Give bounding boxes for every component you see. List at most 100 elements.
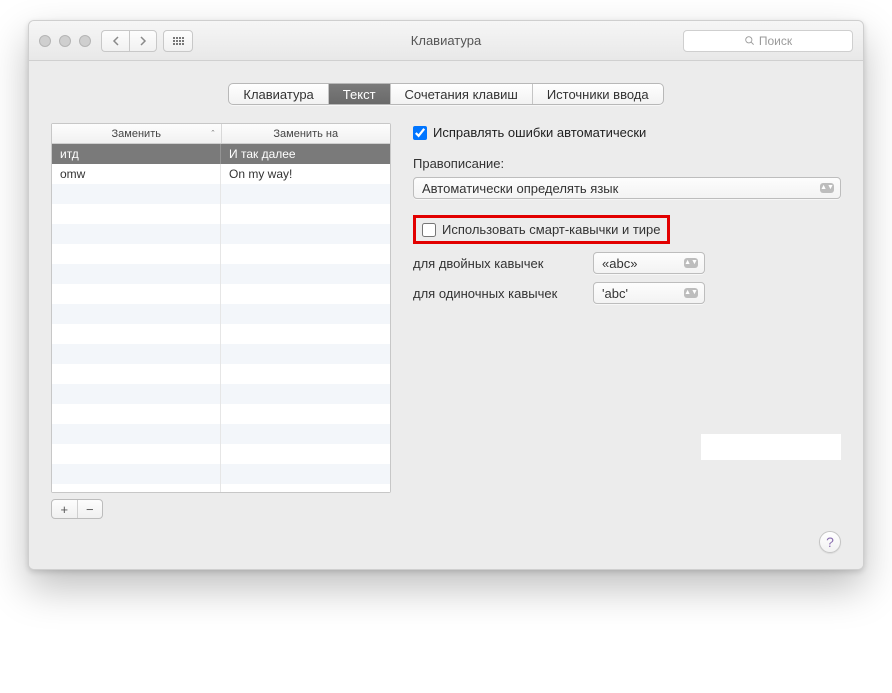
autocorrect-row: Исправлять ошибки автоматически bbox=[413, 125, 841, 140]
cell-with: On my way! bbox=[221, 164, 390, 184]
autocorrect-checkbox[interactable] bbox=[413, 126, 427, 140]
double-quotes-popup[interactable]: «abc» ▲▼ bbox=[593, 252, 705, 274]
cell-with bbox=[221, 464, 390, 484]
tab-shortcuts[interactable]: Сочетания клавиш bbox=[391, 84, 533, 104]
double-quotes-value: «abc» bbox=[602, 256, 637, 271]
tab-text[interactable]: Текст bbox=[329, 84, 391, 104]
single-quotes-popup[interactable]: 'abc' ▲▼ bbox=[593, 282, 705, 304]
table-row bbox=[52, 324, 390, 344]
show-all-button[interactable] bbox=[163, 30, 193, 52]
table-row bbox=[52, 284, 390, 304]
footer: ? bbox=[51, 519, 841, 553]
cell-replace bbox=[52, 344, 221, 364]
updown-arrows-icon: ▲▼ bbox=[684, 288, 698, 298]
preferences-window: Клавиатура Поиск Клавиатура Текст Сочета… bbox=[28, 20, 864, 570]
zoom-window-button[interactable] bbox=[79, 35, 91, 47]
updown-arrows-icon: ▲▼ bbox=[820, 183, 834, 193]
cell-replace bbox=[52, 204, 221, 224]
double-quotes-row: для двойных кавычек «abc» ▲▼ bbox=[413, 252, 841, 274]
cell-with bbox=[221, 244, 390, 264]
add-button[interactable]: + bbox=[52, 500, 78, 518]
cell-replace bbox=[52, 364, 221, 384]
table-row bbox=[52, 244, 390, 264]
autocorrect-label[interactable]: Исправлять ошибки автоматически bbox=[433, 125, 646, 140]
left-column: Заменить ˆ Заменить на итдИ так далееomw… bbox=[51, 123, 391, 519]
cell-replace bbox=[52, 304, 221, 324]
smart-quotes-checkbox[interactable] bbox=[422, 223, 436, 237]
table-row bbox=[52, 444, 390, 464]
cell-replace: omw bbox=[52, 164, 221, 184]
cell-replace bbox=[52, 184, 221, 204]
search-icon bbox=[744, 35, 755, 46]
back-button[interactable] bbox=[101, 30, 129, 52]
replacements-table: Заменить ˆ Заменить на итдИ так далееomw… bbox=[51, 123, 391, 493]
spelling-label: Правописание: bbox=[413, 156, 841, 171]
chevron-right-icon bbox=[139, 36, 147, 46]
tab-keyboard[interactable]: Клавиатура bbox=[229, 84, 328, 104]
spelling-value: Автоматически определять язык bbox=[422, 181, 618, 196]
table-row bbox=[52, 204, 390, 224]
table-row bbox=[52, 404, 390, 424]
chevron-left-icon bbox=[112, 36, 120, 46]
column-header-with[interactable]: Заменить на bbox=[222, 124, 391, 143]
table-row bbox=[52, 424, 390, 444]
cell-with bbox=[221, 264, 390, 284]
table-row bbox=[52, 184, 390, 204]
search-placeholder: Поиск bbox=[759, 34, 792, 48]
table-row[interactable]: omwOn my way! bbox=[52, 164, 390, 184]
help-icon: ? bbox=[826, 534, 834, 550]
cell-with bbox=[221, 404, 390, 424]
close-window-button[interactable] bbox=[39, 35, 51, 47]
table-row bbox=[52, 484, 390, 492]
cell-replace bbox=[52, 484, 221, 492]
table-row bbox=[52, 464, 390, 484]
table-body[interactable]: итдИ так далееomwOn my way! bbox=[52, 144, 390, 492]
table-row bbox=[52, 384, 390, 404]
table-row bbox=[52, 344, 390, 364]
single-quotes-value: 'abc' bbox=[602, 286, 628, 301]
table-row[interactable]: итдИ так далее bbox=[52, 144, 390, 164]
cell-replace: итд bbox=[52, 144, 221, 164]
smart-quotes-label[interactable]: Использовать смарт-кавычки и тире bbox=[442, 222, 661, 237]
remove-button[interactable]: − bbox=[78, 500, 103, 518]
table-header: Заменить ˆ Заменить на bbox=[52, 124, 390, 144]
minimize-window-button[interactable] bbox=[59, 35, 71, 47]
search-field[interactable]: Поиск bbox=[683, 30, 853, 52]
cell-replace bbox=[52, 404, 221, 424]
cell-replace bbox=[52, 284, 221, 304]
add-remove-control: + − bbox=[51, 499, 103, 519]
cell-with: И так далее bbox=[221, 144, 390, 164]
cell-replace bbox=[52, 464, 221, 484]
content-area: Клавиатура Текст Сочетания клавиш Источн… bbox=[29, 61, 863, 569]
table-row bbox=[52, 264, 390, 284]
cell-with bbox=[221, 324, 390, 344]
cell-with bbox=[221, 484, 390, 492]
single-quotes-row: для одиночных кавычек 'abc' ▲▼ bbox=[413, 282, 841, 304]
cell-replace bbox=[52, 244, 221, 264]
column-header-replace[interactable]: Заменить ˆ bbox=[52, 124, 222, 143]
cell-replace bbox=[52, 444, 221, 464]
table-row bbox=[52, 224, 390, 244]
right-column: Исправлять ошибки автоматически Правопис… bbox=[413, 123, 841, 519]
table-row bbox=[52, 304, 390, 324]
table-row bbox=[52, 364, 390, 384]
cell-with bbox=[221, 444, 390, 464]
grid-icon bbox=[173, 37, 184, 45]
blank-area bbox=[701, 434, 841, 460]
forward-button[interactable] bbox=[129, 30, 157, 52]
cell-replace bbox=[52, 384, 221, 404]
cell-with bbox=[221, 304, 390, 324]
cell-replace bbox=[52, 264, 221, 284]
single-quotes-label: для одиночных кавычек bbox=[413, 286, 583, 301]
main-content: Заменить ˆ Заменить на итдИ так далееomw… bbox=[51, 123, 841, 519]
help-button[interactable]: ? bbox=[819, 531, 841, 553]
cell-with bbox=[221, 204, 390, 224]
cell-with bbox=[221, 284, 390, 304]
spelling-popup[interactable]: Автоматически определять язык ▲▼ bbox=[413, 177, 841, 199]
titlebar: Клавиатура Поиск bbox=[29, 21, 863, 61]
cell-replace bbox=[52, 424, 221, 444]
tab-input-sources[interactable]: Источники ввода bbox=[533, 84, 663, 104]
cell-with bbox=[221, 344, 390, 364]
nav-buttons bbox=[101, 30, 157, 52]
smart-quotes-highlight: Использовать смарт-кавычки и тире bbox=[413, 215, 670, 244]
